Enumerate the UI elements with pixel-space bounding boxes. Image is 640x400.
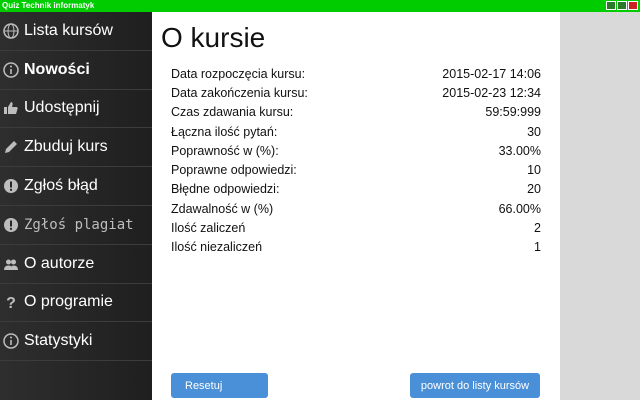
stat-value: 1 <box>534 240 541 255</box>
stat-label: Zdawalność w (%) <box>171 201 274 216</box>
stat-row: Data zakończenia kursu: 2015-02-23 12:34 <box>171 83 541 102</box>
pencil-icon <box>2 138 20 156</box>
stat-label: Ilość zaliczeń <box>171 221 246 236</box>
svg-text:?: ? <box>6 295 16 310</box>
stat-value: 59:59:999 <box>485 105 541 120</box>
reset-button[interactable]: Resetuj <box>171 373 268 398</box>
stat-label: Czas zdawania kursu: <box>171 105 294 120</box>
sidebar-item-label: Zbuduj kurs <box>24 138 108 156</box>
sidebar-item-label: Zgłoś błąd <box>24 177 98 195</box>
sidebar-item-label: Statystyki <box>24 332 93 350</box>
sidebar-item-label: O programie <box>24 293 113 311</box>
main-panel: O kursie Data rozpoczęcia kursu: 2015-02… <box>152 12 560 400</box>
sidebar-item-lista-kursow[interactable]: Lista kursów <box>0 12 152 51</box>
stat-row: Ilość niezaliczeń 1 <box>171 238 541 257</box>
sidebar-item-zglos-blad[interactable]: Zgłoś błąd <box>0 167 152 206</box>
stat-value: 20 <box>527 182 541 197</box>
stat-value: 2015-02-17 14:06 <box>442 66 541 81</box>
sidebar-item-o-programie[interactable]: ? O programie <box>0 284 152 323</box>
users-icon <box>2 255 20 273</box>
window-controls <box>606 1 638 10</box>
stat-label: Ilość niezaliczeń <box>171 240 263 255</box>
window-title: Quiz Technik informatyk <box>2 1 95 10</box>
sidebar-item-statystyki[interactable]: Statystyki <box>0 322 152 362</box>
close-button[interactable] <box>628 1 638 10</box>
info-icon <box>2 332 20 350</box>
stat-row: Data rozpoczęcia kursu: 2015-02-17 14:06 <box>171 64 541 83</box>
sidebar-item-zbuduj-kurs[interactable]: Zbuduj kurs <box>0 128 152 168</box>
stat-label: Data rozpoczęcia kursu: <box>171 66 306 81</box>
stat-value: 2 <box>534 221 541 236</box>
course-stats: Data rozpoczęcia kursu: 2015-02-17 14:06… <box>171 64 541 257</box>
sidebar-item-label: Lista kursów <box>24 21 113 39</box>
stat-value: 30 <box>527 124 541 139</box>
back-to-courses-button[interactable]: powrot do listy kursów <box>410 373 540 398</box>
stat-row: Łączna ilość pytań: 30 <box>171 122 541 141</box>
stat-row: Zdawalność w (%) 66.00% <box>171 199 541 218</box>
stat-value: 2015-02-23 12:34 <box>442 85 541 100</box>
alert-icon <box>2 216 20 234</box>
minimize-button[interactable] <box>606 1 616 10</box>
stat-value: 66.00% <box>498 201 541 216</box>
sidebar-item-nowosci[interactable]: Nowości <box>0 51 152 90</box>
sidebar-item-udostepnij[interactable]: Udostępnij <box>0 90 152 129</box>
stat-label: Data zakończenia kursu: <box>171 85 308 100</box>
stat-row: Ilość zaliczeń 2 <box>171 218 541 237</box>
stat-value: 33.00% <box>498 143 541 158</box>
stat-row: Czas zdawania kursu: 59:59:999 <box>171 103 541 122</box>
window-titlebar: Quiz Technik informatyk <box>0 0 640 12</box>
stat-row: Błędne odpowiedzi: 20 <box>171 180 541 199</box>
stat-row: Poprawność w (%): 33.00% <box>171 141 541 160</box>
sidebar-item-label: Nowości <box>24 60 90 78</box>
globe-icon <box>2 22 20 40</box>
sidebar-item-zglos-plagiat[interactable]: Zgłoś plagiat <box>0 206 152 245</box>
page-title: O kursie <box>161 22 266 53</box>
stat-row: Poprawne odpowiedzi: 10 <box>171 160 541 179</box>
thumbs-up-icon <box>2 99 20 117</box>
info-icon <box>2 61 20 79</box>
stat-value: 10 <box>527 163 541 178</box>
sidebar-item-label: Zgłoś plagiat <box>24 216 134 233</box>
alert-icon <box>2 177 20 195</box>
stat-label: Łączna ilość pytań: <box>171 124 278 139</box>
stat-label: Poprawność w (%): <box>171 143 279 158</box>
sidebar-item-label: Udostępnij <box>24 99 100 117</box>
stat-label: Poprawne odpowiedzi: <box>171 163 297 178</box>
sidebar: Lista kursów Nowości Udostępnij Zbuduj k… <box>0 12 152 400</box>
stat-label: Błędne odpowiedzi: <box>171 182 280 197</box>
sidebar-item-o-autorze[interactable]: O autorze <box>0 245 152 284</box>
maximize-button[interactable] <box>617 1 627 10</box>
sidebar-item-label: O autorze <box>24 254 95 272</box>
question-icon: ? <box>2 293 20 311</box>
